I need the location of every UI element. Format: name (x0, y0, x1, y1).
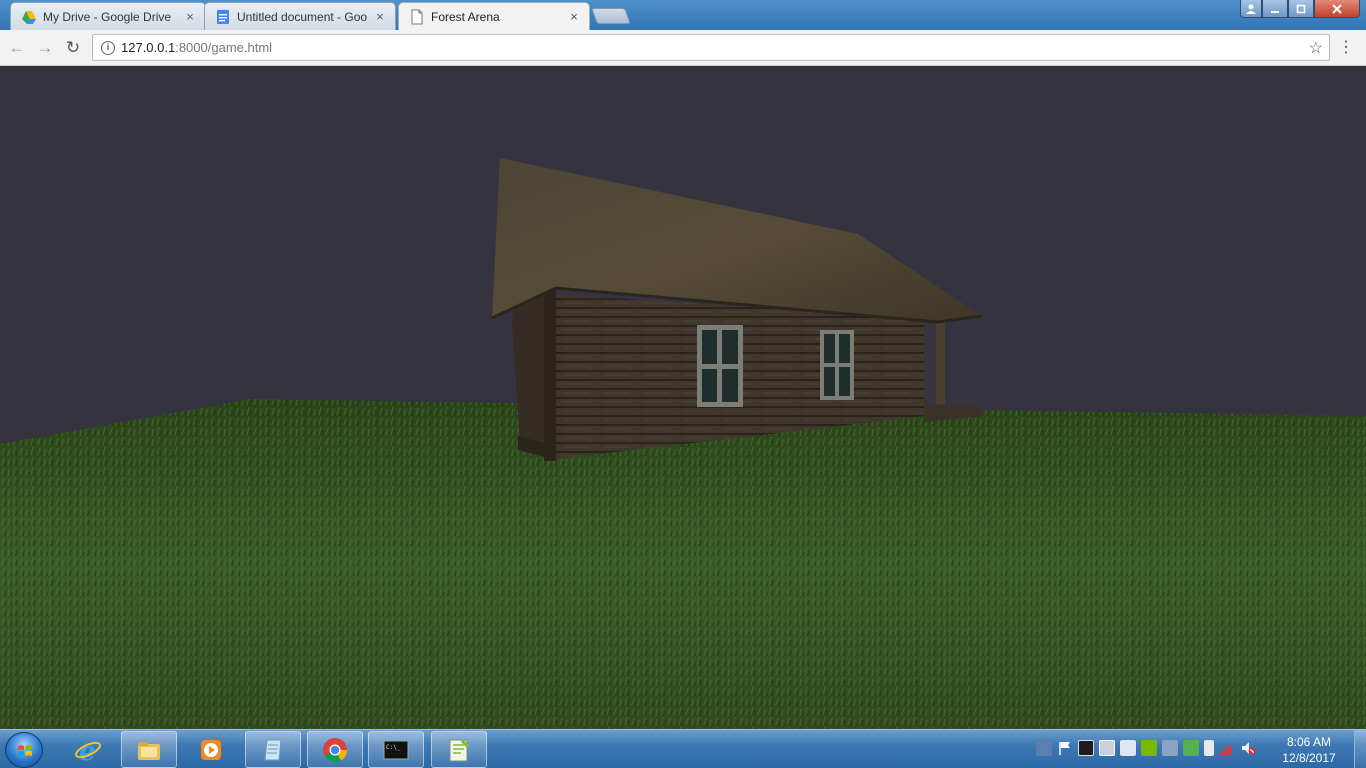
keyboard-icon[interactable] (1120, 740, 1136, 756)
google-docs-icon (217, 9, 229, 24)
forward-arrow-icon[interactable]: → (35, 38, 55, 58)
taskbar-internet-explorer[interactable]: e (60, 731, 116, 768)
taskbar: e C:\_ 8:06 AM 12/8/2017 (0, 729, 1366, 768)
game-canvas[interactable] (0, 66, 1366, 729)
internet-explorer-icon: e (75, 737, 101, 764)
google-drive-icon (22, 10, 36, 24)
minimize-button[interactable] (1262, 0, 1288, 18)
notes-icon (264, 739, 282, 760)
maximize-button[interactable] (1288, 0, 1314, 18)
media-player-icon (201, 739, 221, 760)
signal-icon[interactable] (1219, 740, 1235, 756)
network-icon[interactable] (1036, 740, 1052, 756)
close-icon[interactable]: × (567, 9, 581, 24)
tab-google-drive[interactable]: My Drive - Google Drive × (10, 2, 206, 30)
window-controls (1240, 0, 1360, 18)
taskbar-notepad-plus[interactable] (431, 731, 487, 768)
info-icon[interactable]: i (101, 40, 115, 55)
clock-time: 8:06 AM (1286, 735, 1332, 749)
taskbar-chrome[interactable] (307, 731, 363, 768)
clock-date: 12/8/2017 (1282, 751, 1336, 765)
close-icon[interactable]: × (373, 9, 387, 24)
url-host: 127.0.0.1 (121, 40, 176, 55)
windows-logo-icon (18, 745, 32, 756)
svg-text:e: e (79, 737, 96, 764)
cabin-corner-post (544, 291, 556, 461)
bookmark-star-icon[interactable]: ☆ (1309, 38, 1323, 58)
back-arrow-icon[interactable]: ← (7, 38, 27, 58)
cabin-window-right (820, 330, 854, 400)
action-center-flag-icon[interactable] (1057, 740, 1073, 756)
new-tab-button[interactable] (591, 8, 631, 24)
chrome-icon (323, 737, 347, 762)
address-bar[interactable]: i 127.0.0.1:8000/game.html ☆ (92, 34, 1330, 61)
notepad-plus-icon (449, 738, 470, 761)
volume-muted-icon[interactable] (1240, 740, 1256, 756)
clock[interactable]: 8:06 AM 12/8/2017 (1270, 734, 1348, 766)
battery-icon[interactable] (1204, 740, 1214, 756)
taskbar-media-player[interactable] (183, 731, 239, 768)
taskbar-command-prompt[interactable]: C:\_ (368, 731, 424, 768)
close-icon[interactable]: × (183, 9, 197, 24)
reload-icon[interactable]: ↻ (63, 38, 83, 58)
show-desktop-button[interactable] (1354, 730, 1366, 768)
user-icon[interactable] (1240, 0, 1262, 18)
tab-title: Untitled document - Goo (237, 9, 367, 24)
close-window-button[interactable] (1314, 0, 1360, 18)
file-explorer-icon (138, 741, 160, 760)
grass-texture (0, 399, 1366, 729)
start-button[interactable] (5, 732, 43, 768)
url-text[interactable]: 127.0.0.1:8000/game.html (121, 40, 272, 55)
taskbar-file-explorer[interactable] (121, 731, 177, 768)
page-icon (411, 9, 423, 24)
display-icon[interactable] (1099, 740, 1115, 756)
nvidia-icon[interactable] (1141, 740, 1157, 756)
svg-text:C:\_: C:\_ (386, 744, 401, 751)
security-icon[interactable] (1183, 740, 1199, 756)
porch-post (936, 318, 945, 410)
monitor-icon[interactable] (1078, 740, 1094, 756)
remote-icon[interactable] (1162, 740, 1178, 756)
menu-icon[interactable]: ⋮ (1338, 38, 1354, 58)
url-path: :8000/game.html (175, 40, 273, 55)
cabin-window-left (697, 325, 743, 407)
browser-toolbar: ← → ↻ i 127.0.0.1:8000/game.html ☆ ⋮ (0, 30, 1366, 66)
tab-title: Forest Arena (431, 9, 500, 24)
command-prompt-icon: C:\_ (383, 740, 409, 759)
tab-title: My Drive - Google Drive (43, 9, 172, 24)
taskbar-notes[interactable] (245, 731, 301, 768)
system-tray (1036, 740, 1256, 756)
tab-untitled-document[interactable]: Untitled document - Goo × (204, 2, 396, 30)
tab-strip: My Drive - Google Drive × Untitled docum… (0, 0, 1366, 30)
tab-forest-arena[interactable]: Forest Arena × (398, 2, 590, 30)
